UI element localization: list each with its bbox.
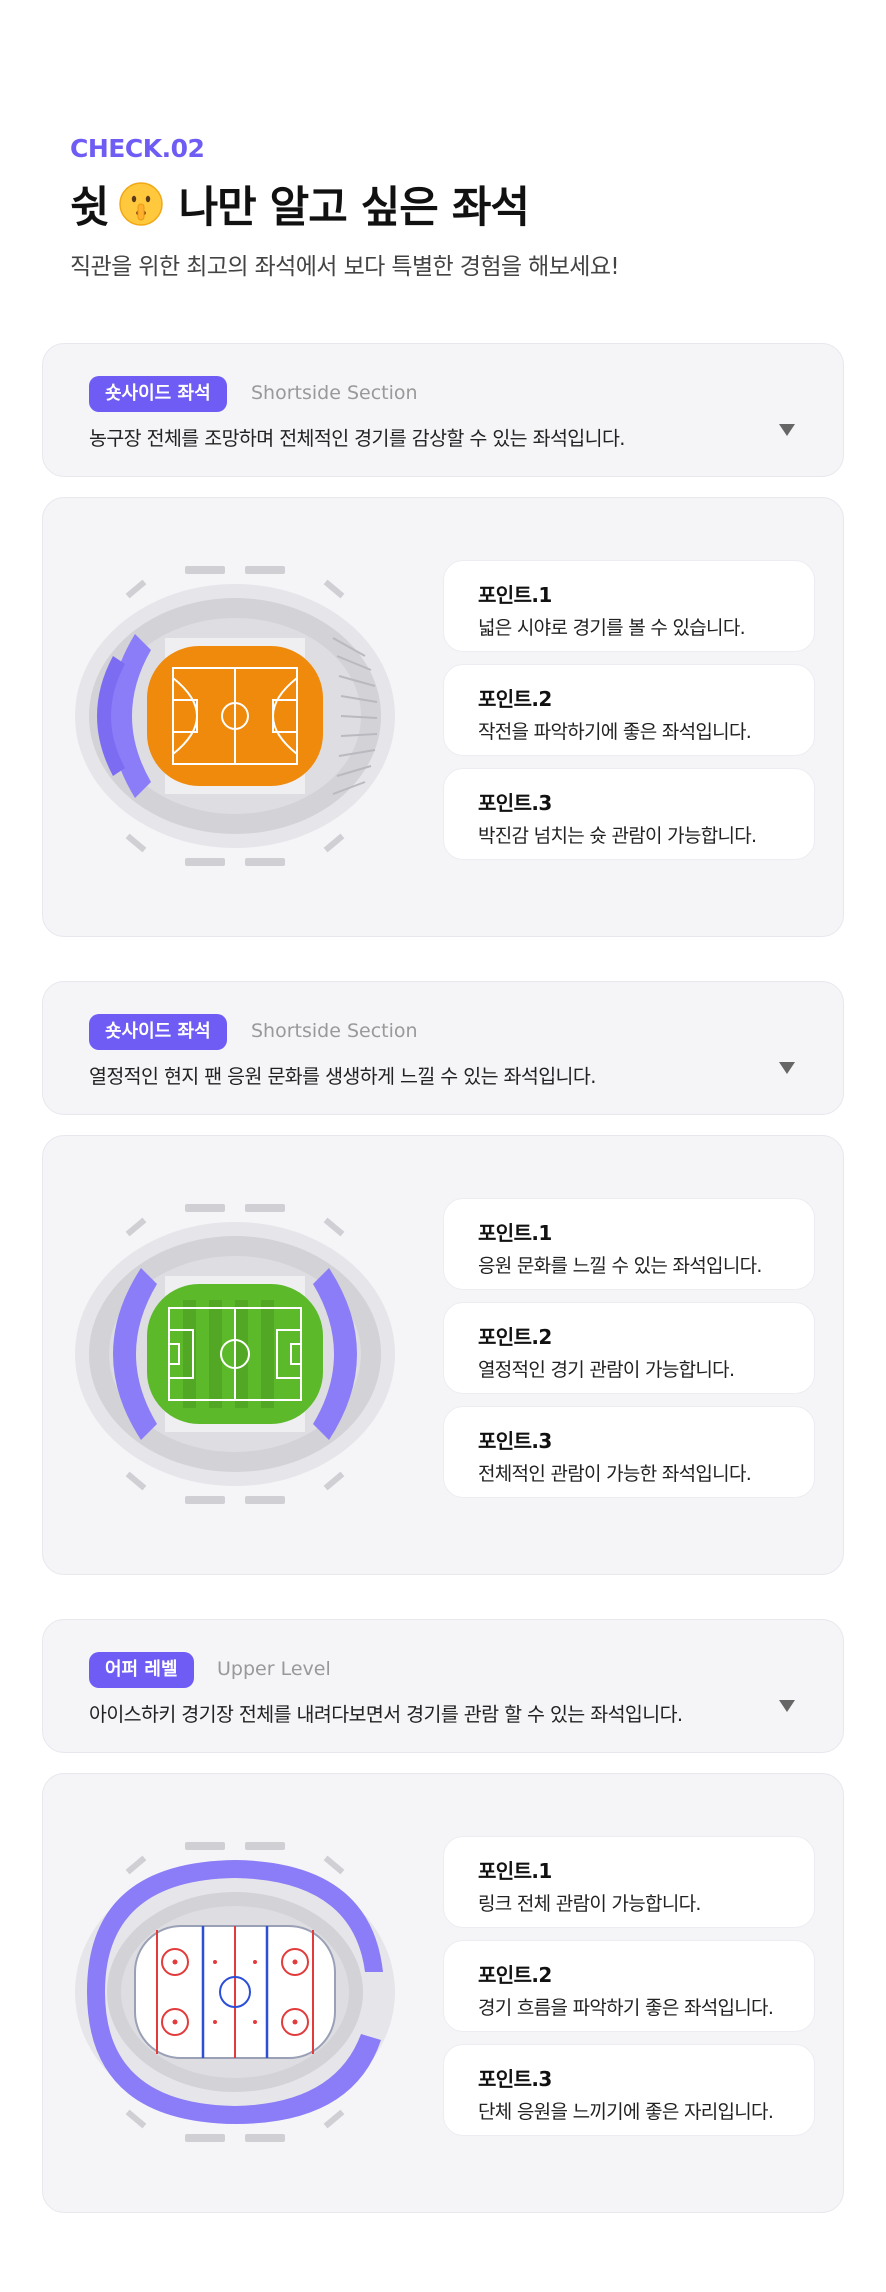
title-text-after: 나만 알고 싶은 좌석 <box>178 183 530 233</box>
shushing-face-emoji-icon <box>118 182 163 226</box>
section-english-name: Shortside Section <box>251 382 418 404</box>
section-badge: 숏사이드 좌석 <box>89 1014 227 1050</box>
point-description: 박진감 넘치는 슛 관람이 가능합니다. <box>478 825 757 847</box>
point-description: 경기 흐름을 파악하기 좋은 좌석입니다. <box>478 1997 774 2019</box>
seat-detail-panel-basketball: 포인트.1 넓은 시야로 경기를 볼 수 있습니다. 포인트.2 작전을 파악하… <box>42 497 844 937</box>
point-card: 포인트.2 열정적인 경기 관람이 가능합니다. <box>443 1302 815 1394</box>
accordion-upper-level-hockey[interactable]: 어퍼 레벨 Upper Level 아이스하키 경기장 전체를 내려다보면서 경… <box>42 1619 844 1753</box>
section-description: 열정적인 현지 팬 응원 문화를 생생하게 느낄 수 있는 좌석입니다. <box>89 1065 596 1088</box>
accordion-shortside-basketball[interactable]: 숏사이드 좌석 Shortside Section 농구장 전체를 조망하며 전… <box>42 343 844 477</box>
page-title: 쉿 나만 알고 싶은 좌석 <box>70 173 830 235</box>
point-title: 포인트.1 <box>478 1859 552 1883</box>
seat-detail-panel-hockey: 포인트.1 링크 전체 관람이 가능합니다. 포인트.2 경기 흐름을 파악하기… <box>42 1773 844 2213</box>
point-card: 포인트.3 단체 응원을 느끼기에 좋은 자리입니다. <box>443 2044 815 2136</box>
ice-hockey-arena-map <box>75 1842 395 2142</box>
section-english-name: Shortside Section <box>251 1020 418 1042</box>
point-description: 전체적인 관람이 가능한 좌석입니다. <box>478 1463 752 1485</box>
accordion-shortside-soccer[interactable]: 숏사이드 좌석 Shortside Section 열정적인 현지 팬 응원 문… <box>42 981 844 1115</box>
point-title: 포인트.2 <box>478 1325 552 1349</box>
point-title: 포인트.1 <box>478 583 552 607</box>
point-title: 포인트.1 <box>478 1221 552 1245</box>
point-card: 포인트.3 박진감 넘치는 슛 관람이 가능합니다. <box>443 768 815 860</box>
point-description: 작전을 파악하기에 좋은 좌석입니다. <box>478 721 752 743</box>
section-description: 농구장 전체를 조망하며 전체적인 경기를 감상할 수 있는 좌석입니다. <box>89 427 626 450</box>
point-card: 포인트.3 전체적인 관람이 가능한 좌석입니다. <box>443 1406 815 1498</box>
section-badge: 숏사이드 좌석 <box>89 376 227 412</box>
point-title: 포인트.3 <box>478 791 552 815</box>
page-subtitle: 직관을 위한 최고의 좌석에서 보다 특별한 경험을 해보세요! <box>70 254 620 280</box>
section-badge: 어퍼 레벨 <box>89 1652 194 1688</box>
page-header: CHECK.02 쉿 나만 알고 싶은 좌석 직관을 위한 최고의 좌석에서 보… <box>70 134 830 281</box>
point-card: 포인트.1 넓은 시야로 경기를 볼 수 있습니다. <box>443 560 815 652</box>
point-description: 넓은 시야로 경기를 볼 수 있습니다. <box>478 617 746 639</box>
point-title: 포인트.2 <box>478 687 552 711</box>
triangle-down-icon[interactable] <box>779 1700 795 1712</box>
point-title: 포인트.2 <box>478 1963 552 1987</box>
point-description: 열정적인 경기 관람이 가능합니다. <box>478 1359 735 1381</box>
point-description: 링크 전체 관람이 가능합니다. <box>478 1893 701 1915</box>
point-title: 포인트.3 <box>478 1429 552 1453</box>
triangle-down-icon[interactable] <box>779 1062 795 1074</box>
point-description: 응원 문화를 느낄 수 있는 좌석입니다. <box>478 1255 762 1277</box>
point-card: 포인트.2 경기 흐름을 파악하기 좋은 좌석입니다. <box>443 1940 815 2032</box>
point-card: 포인트.2 작전을 파악하기에 좋은 좌석입니다. <box>443 664 815 756</box>
soccer-stadium-map <box>75 1204 395 1504</box>
seat-detail-panel-soccer: 포인트.1 응원 문화를 느낄 수 있는 좌석입니다. 포인트.2 열정적인 경… <box>42 1135 844 1575</box>
point-card: 포인트.1 링크 전체 관람이 가능합니다. <box>443 1836 815 1928</box>
section-description: 아이스하키 경기장 전체를 내려다보면서 경기를 관람 할 수 있는 좌석입니다… <box>89 1703 683 1726</box>
basketball-arena-map <box>75 566 395 866</box>
triangle-down-icon[interactable] <box>779 424 795 436</box>
point-title: 포인트.3 <box>478 2067 552 2091</box>
check-label: CHECK.02 <box>70 134 205 163</box>
title-text-before: 쉿 <box>70 183 110 233</box>
point-description: 단체 응원을 느끼기에 좋은 자리입니다. <box>478 2101 774 2123</box>
section-english-name: Upper Level <box>217 1658 331 1680</box>
point-card: 포인트.1 응원 문화를 느낄 수 있는 좌석입니다. <box>443 1198 815 1290</box>
